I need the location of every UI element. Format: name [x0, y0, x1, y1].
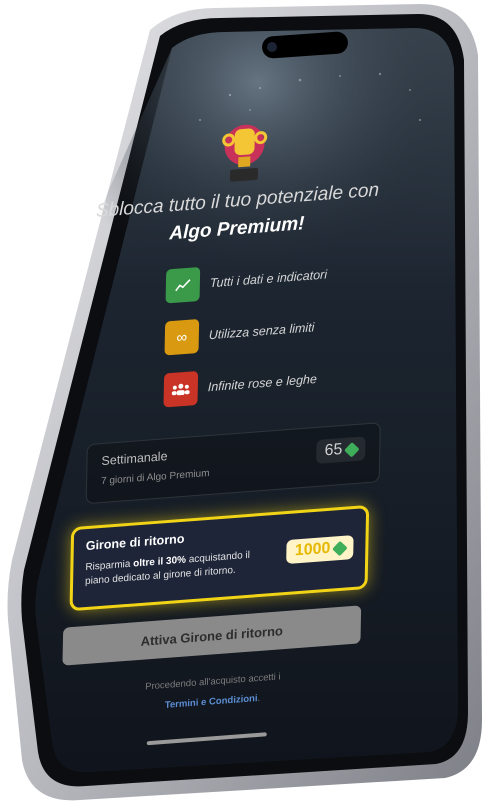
plan-title: Girone di ritorno	[85, 531, 185, 554]
plan-price-badge: 1000	[286, 535, 354, 565]
gem-icon	[344, 441, 360, 458]
feature-label: Tutti i dati e indicatori	[209, 267, 328, 291]
legal-notice: Procedendo all'acquisto accetti i Termin…	[87, 663, 338, 722]
plan-return-option[interactable]: Girone di ritorno Risparmia oltre il 30%…	[69, 504, 370, 612]
plan-subtitle: 7 giorni di Algo Premium	[100, 467, 210, 488]
chart-icon	[165, 266, 201, 304]
gem-icon	[332, 540, 348, 556]
legal-suffix: .	[257, 692, 261, 704]
headline-line2: Algo Premium!	[169, 213, 305, 245]
plan-price: 1000	[294, 539, 331, 560]
home-indicator[interactable]	[146, 732, 267, 746]
plan-title: Settimanale	[101, 449, 168, 469]
headline: Sblocca tutto il tuo potenziale con Algo…	[87, 176, 388, 255]
legal-text: Procedendo all'acquisto accetti i	[145, 671, 281, 693]
feature-data: Tutti i dati e indicatori	[165, 251, 407, 305]
terms-link[interactable]: Termini e Condizioni	[165, 693, 258, 711]
plan-weekly-option[interactable]: Settimanale 7 giorni di Algo Premium 65	[85, 422, 381, 505]
plan-price: 65	[324, 441, 343, 460]
people-icon	[163, 370, 199, 408]
plan-price-badge: 65	[316, 436, 366, 464]
feature-label: Infinite rose e leghe	[207, 372, 318, 395]
feature-unlimited: ∞ Utilizza senza limiti	[164, 303, 405, 357]
infinity-icon: ∞	[164, 318, 200, 356]
app-screen: Sblocca tutto il tuo potenziale con Algo…	[56, 63, 400, 778]
phone-mockup: Sblocca tutto il tuo potenziale con Algo…	[0, 0, 495, 808]
feature-label: Utilizza senza limiti	[208, 320, 315, 343]
plan-description: Risparmia oltre il 30% acquistando il pi…	[84, 549, 251, 588]
feature-leagues: Infinite rose e leghe	[163, 355, 404, 409]
activate-button[interactable]: Attiva Girone di ritorno	[62, 605, 362, 666]
